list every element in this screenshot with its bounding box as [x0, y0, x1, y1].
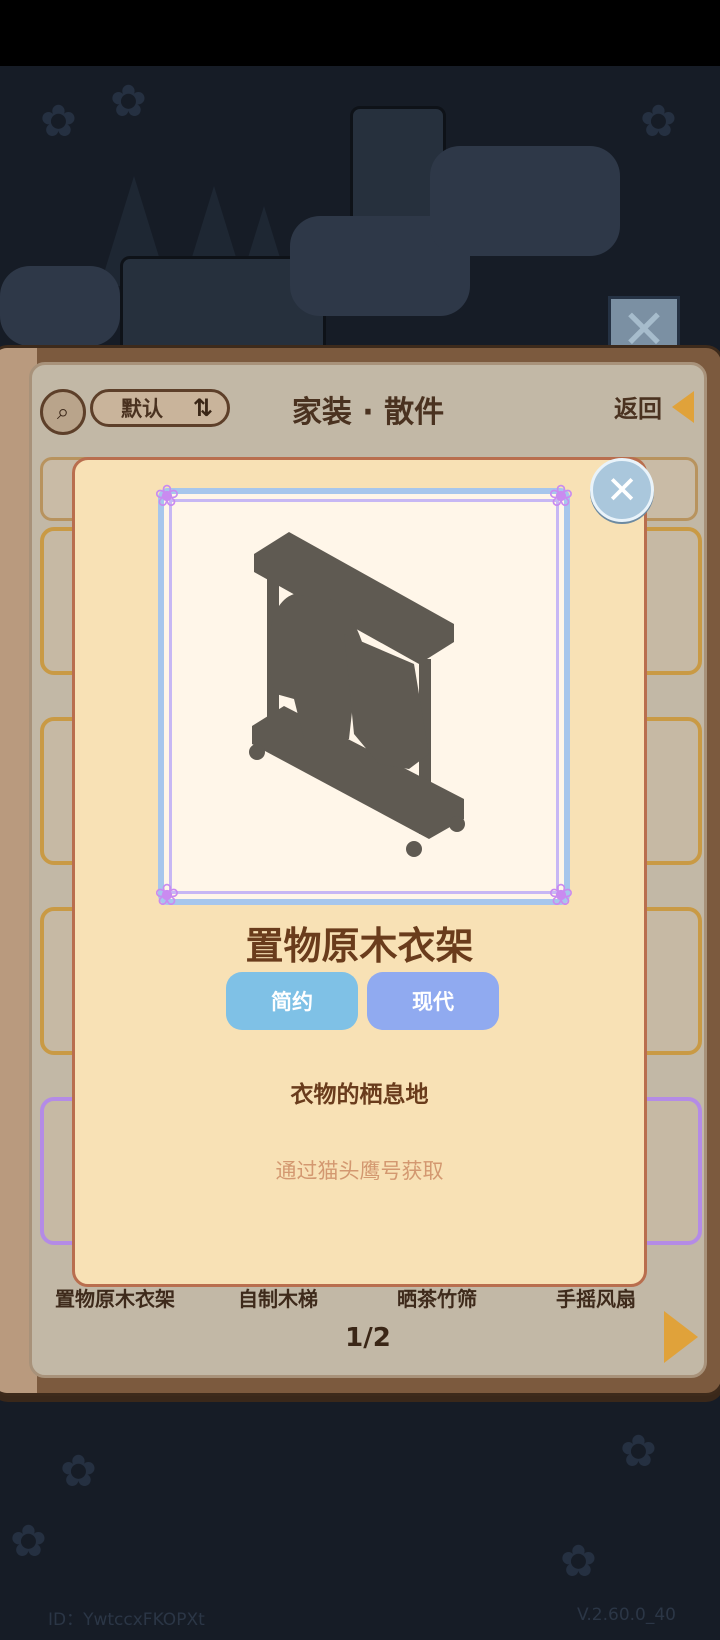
corner-ornament-icon: ❀ [154, 878, 180, 913]
snowflake-decoration: ✿ [60, 1446, 97, 1497]
snowflake-decoration: ✿ [620, 1426, 657, 1477]
snowflake-decoration: ✿ [640, 96, 677, 147]
back-label: 返回 [614, 395, 662, 423]
item-name: 置物原木衣架 [245, 924, 474, 968]
status-bar [0, 0, 720, 66]
snowflake-decoration: ✿ [110, 76, 147, 127]
catalog-item-label: 晒茶竹筛 [397, 1287, 477, 1311]
item-source: 通过猫头鹰号获取 [275, 1159, 444, 1183]
catalog-item-label: 置物原木衣架 [55, 1287, 175, 1311]
corner-ornament-icon: ❀ [548, 479, 574, 514]
catalog-header: ⌕ 默认 ⇅ 家装 · 散件 返回 [32, 365, 704, 445]
clothes-rack-silhouette [249, 532, 465, 857]
page-title: 家装 · 散件 [291, 395, 445, 430]
catalog-item-label: 自制木梯 [238, 1287, 318, 1311]
page-indicator: 1/2 [345, 1323, 391, 1353]
close-icon: ✕ [606, 468, 638, 512]
snow-pile [430, 146, 620, 256]
snow-pile [0, 266, 120, 346]
item-preview-frame: ❀ ❀ ❀ ❀ [154, 482, 573, 911]
version-label: V.2.60.0_40 [576, 1605, 676, 1625]
corner-ornament-icon: ❀ [548, 878, 574, 913]
snowflake-decoration: ✿ [40, 96, 77, 147]
catalog-item-label: 手摇风扇 [556, 1287, 636, 1311]
snowflake-decoration: ✿ [10, 1516, 47, 1567]
item-detail-modal: ❀ ❀ ❀ ❀ 置物原木衣架 简约 现代 衣物的栖息地 通过猫头鹰号获取 [72, 457, 647, 1287]
back-arrow-icon [672, 390, 694, 423]
corner-ornament-icon: ❀ [154, 479, 180, 514]
next-page-button[interactable] [664, 1311, 698, 1363]
player-id: ID：YwtccxFKOPXt [48, 1610, 205, 1630]
modal-close-button[interactable]: ✕ [590, 458, 654, 522]
style-tag-simple[interactable]: 简约 [226, 972, 358, 1030]
item-description: 衣物的栖息地 [290, 1082, 429, 1108]
snowflake-decoration: ✿ [560, 1536, 597, 1587]
style-tag-modern[interactable]: 现代 [367, 972, 499, 1030]
back-button[interactable]: 返回 [614, 389, 694, 424]
